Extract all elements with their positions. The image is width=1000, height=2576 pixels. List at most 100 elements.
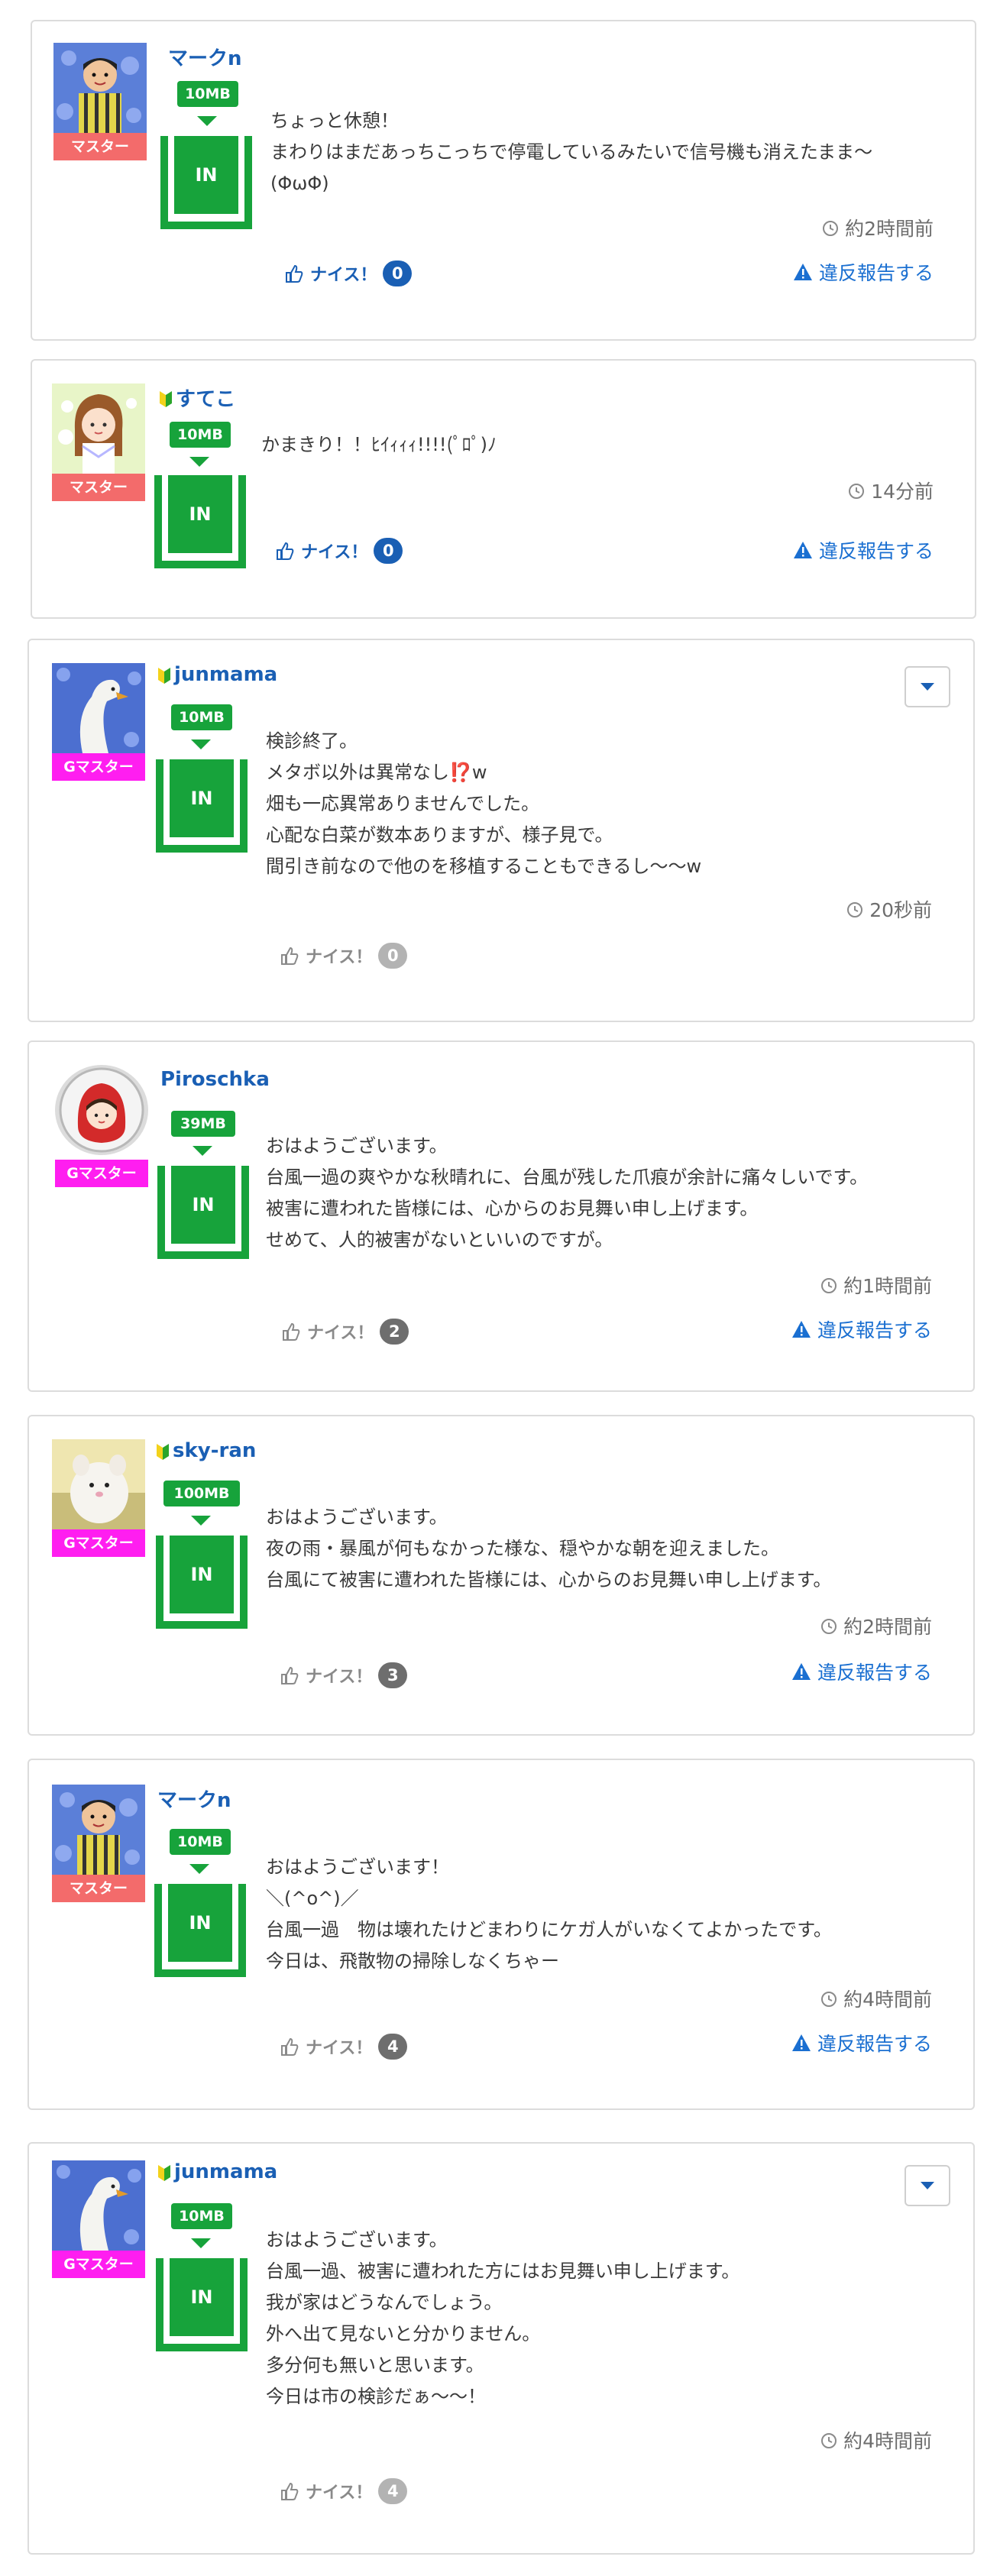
beginner-mark-icon	[157, 665, 171, 684]
in-status-box: IN	[157, 1166, 249, 1259]
like-label: ナイス！	[307, 1324, 374, 1343]
post-card: マスター マークn 10MB IN おはようございます！ ＼(^o^)／ 台風一…	[28, 1759, 975, 2110]
report-label: 違反報告する	[818, 262, 934, 284]
post-menu-dropdown[interactable]	[905, 2165, 950, 2206]
arrow-down-marker	[189, 1864, 209, 1874]
timestamp-text: 約1時間前	[843, 1275, 932, 1297]
data-size-badge: 100MB	[163, 1481, 240, 1506]
username-link[interactable]: sky-ran	[156, 1439, 256, 1462]
timestamp-text: 約2時間前	[843, 1616, 932, 1638]
arrow-down-marker	[191, 1516, 211, 1526]
avatar[interactable]	[52, 1439, 145, 1529]
like-button[interactable]: ナイス！ 3	[280, 1662, 408, 1688]
post-menu-dropdown[interactable]	[905, 666, 950, 707]
like-label: ナイス！	[306, 2484, 373, 2503]
like-button[interactable]: ナイス！ 0	[275, 538, 403, 564]
chevron-down-icon	[920, 680, 935, 694]
username-text: マークn	[168, 47, 242, 70]
report-link[interactable]: 違反報告する	[791, 1316, 932, 1343]
timestamp-text: 約4時間前	[843, 1989, 932, 2011]
avatar-image	[52, 383, 145, 474]
like-button[interactable]: ナイス！ 2	[281, 1319, 409, 1345]
like-label: ナイス！	[306, 1668, 373, 1687]
avatar[interactable]	[52, 663, 145, 753]
in-status-box: IN	[154, 475, 246, 568]
timestamp-text: 20秒前	[869, 899, 932, 921]
report-link[interactable]: 違反報告する	[791, 1658, 932, 1685]
username-link[interactable]: すてこ	[159, 383, 235, 412]
in-status-box: IN	[156, 759, 248, 853]
report-link[interactable]: 違反報告する	[793, 258, 934, 286]
username-link[interactable]: junmama	[157, 663, 277, 686]
thumbs-up-icon	[280, 2037, 299, 2057]
like-button[interactable]: ナイス！ 0	[280, 943, 408, 969]
clock-icon	[846, 901, 863, 917]
thumbs-up-icon	[280, 1665, 299, 1685]
thumbs-up-icon	[281, 1322, 301, 1341]
post-body: ちょっと休憩！ まわりはまだあっちこっちで停電しているみたいで信号機も消えたまま…	[270, 110, 873, 194]
role-badge: マスター	[53, 133, 147, 160]
thumbs-up-icon	[280, 2481, 299, 2501]
role-badge: Gマスター	[52, 2251, 145, 2278]
like-label: ナイス！	[310, 266, 377, 285]
username-link[interactable]: Piroschka	[160, 1068, 270, 1091]
timestamp: 14分前	[848, 477, 934, 504]
like-count: 3	[378, 1662, 408, 1688]
report-link[interactable]: 違反報告する	[793, 536, 934, 564]
data-size-badge: 10MB	[170, 1829, 231, 1855]
data-size-badge: 10MB	[171, 704, 232, 730]
like-button[interactable]: ナイス！ 0	[284, 261, 413, 286]
warning-icon	[791, 1320, 811, 1338]
like-label: ナイス！	[306, 948, 373, 967]
username-link[interactable]: マークn	[157, 1785, 231, 1813]
beginner-mark-icon	[156, 1441, 170, 1461]
like-button[interactable]: ナイス！ 4	[280, 2478, 408, 2504]
in-status-box: IN	[160, 136, 252, 229]
clock-icon	[822, 219, 839, 236]
arrow-down-marker	[197, 116, 217, 126]
chevron-down-icon	[920, 2179, 935, 2193]
username-link[interactable]: junmama	[157, 2160, 277, 2183]
like-count: 2	[380, 1319, 409, 1345]
role-badge: マスター	[52, 1875, 145, 1902]
timestamp-text: 14分前	[871, 481, 934, 503]
avatar-image	[52, 2160, 145, 2251]
avatar-image	[53, 43, 147, 133]
in-label: IN	[174, 136, 238, 214]
in-status-box: IN	[156, 1536, 248, 1629]
report-label: 違反報告する	[817, 2033, 932, 2055]
like-button[interactable]: ナイス！ 4	[280, 2034, 408, 2060]
avatar-image	[52, 1785, 145, 1875]
avatar[interactable]	[52, 383, 145, 474]
timestamp-text: 約2時間前	[845, 218, 934, 240]
username-text: junmama	[174, 663, 278, 686]
role-badge: Gマスター	[52, 1529, 145, 1557]
thumbs-up-icon	[284, 264, 304, 283]
avatar[interactable]	[53, 43, 147, 133]
timestamp: 約4時間前	[820, 1985, 932, 2012]
timestamp-text: 約4時間前	[843, 2430, 932, 2452]
avatar[interactable]	[55, 1065, 148, 1155]
avatar[interactable]	[52, 1785, 145, 1875]
username-text: マークn	[157, 1789, 231, 1812]
like-count: 4	[378, 2478, 408, 2504]
post-card: Gマスター sky-ran 100MB IN おはようございます。 夜の雨・暴風…	[28, 1415, 975, 1736]
post-card: Gマスター junmama 10MB IN おはようございます。 台風一過、被害…	[28, 2142, 975, 2555]
in-label: IN	[168, 475, 232, 553]
report-label: 違反報告する	[818, 540, 934, 562]
avatar[interactable]	[52, 2160, 145, 2251]
report-link[interactable]: 違反報告する	[791, 2029, 932, 2057]
post-card: Gマスター Piroschka 39MB IN おはようございます。 台風一過の…	[28, 1040, 975, 1392]
post-card: Gマスター junmama 10MB IN 検診終了。 メタボ以外は異常なし⁉️…	[28, 639, 975, 1022]
in-label: IN	[170, 2258, 234, 2336]
username-link[interactable]: マークn	[168, 43, 242, 71]
warning-icon	[791, 2034, 811, 2052]
arrow-down-marker	[193, 1146, 212, 1156]
role-badge: Gマスター	[55, 1160, 148, 1187]
timestamp: 20秒前	[846, 895, 932, 923]
avatar-image	[52, 663, 145, 753]
like-label: ナイス！	[306, 2039, 373, 2058]
in-label: IN	[168, 1884, 232, 1962]
username-text: junmama	[174, 2160, 278, 2183]
post-card: マスター マークn 10MB IN ちょっと休憩！ まわりはまだあっちこっちで停…	[31, 20, 976, 341]
